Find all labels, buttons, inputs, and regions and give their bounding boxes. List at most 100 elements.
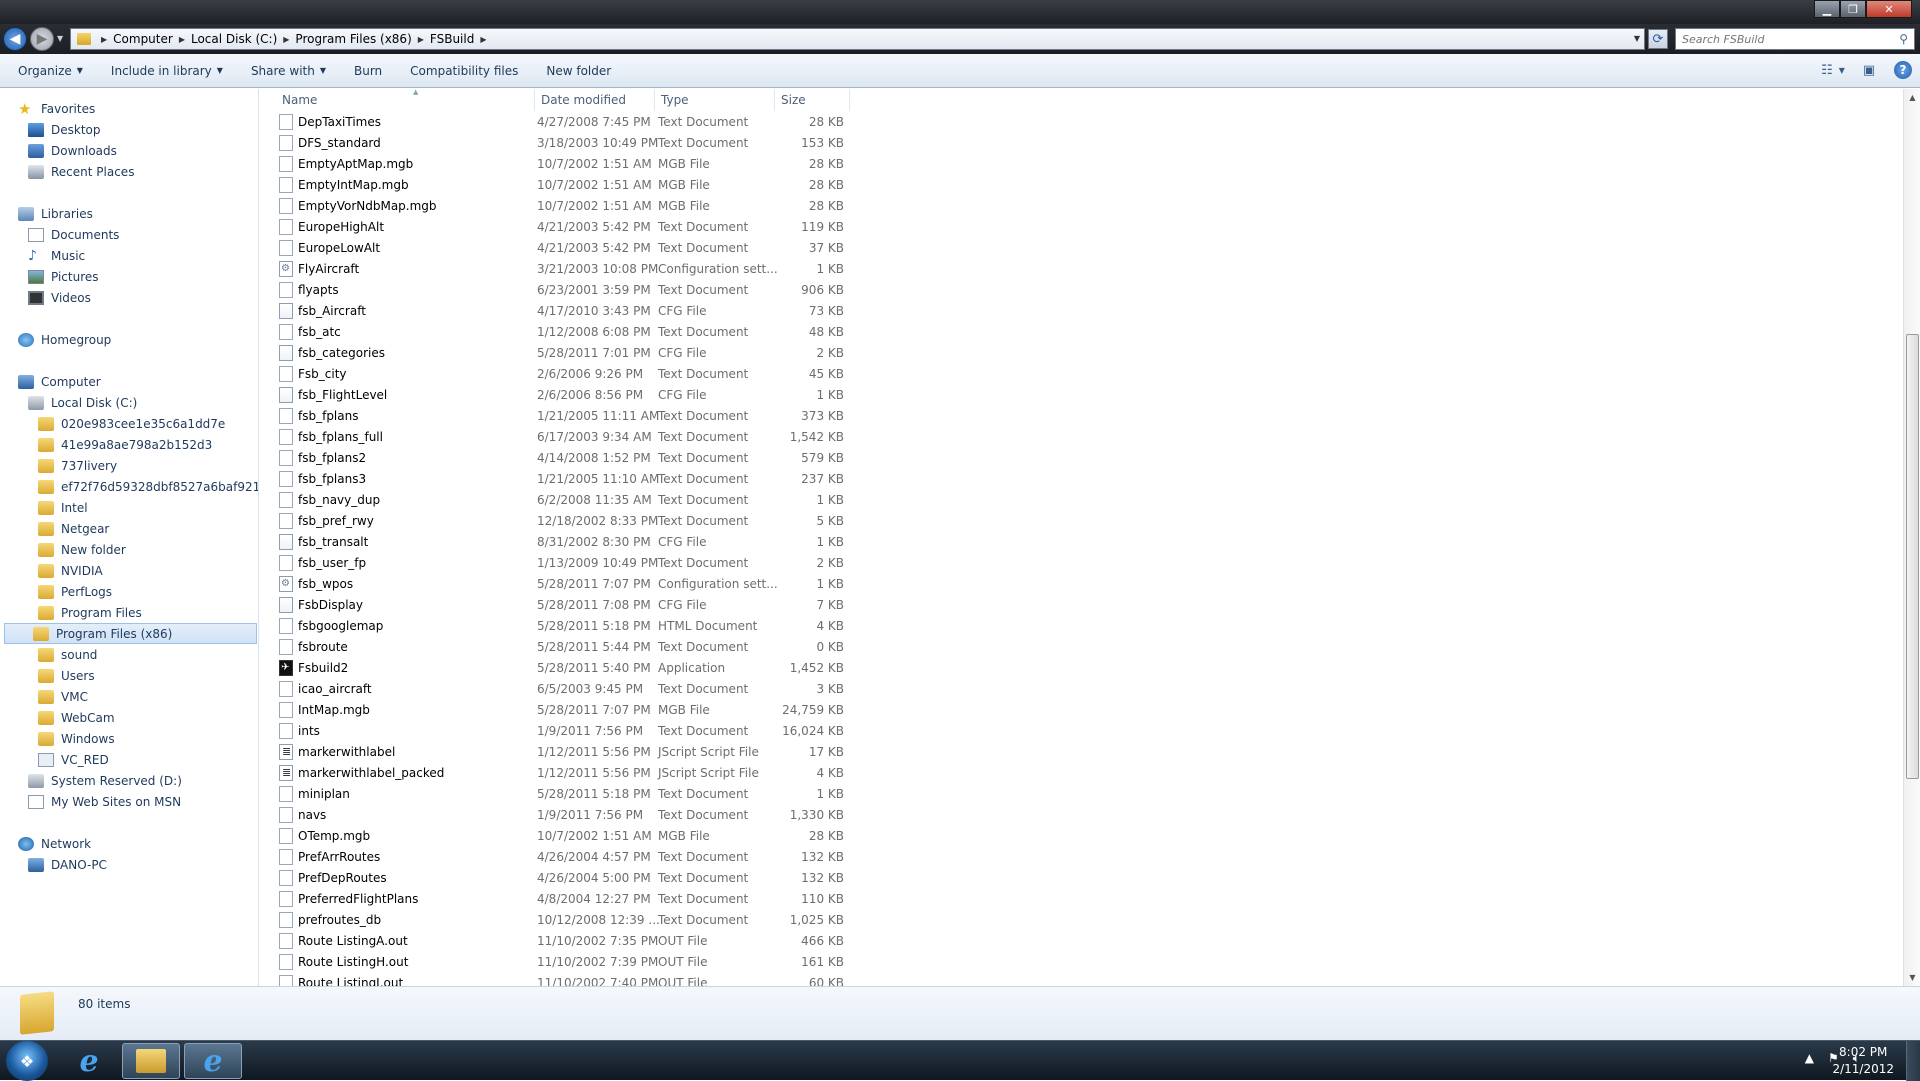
file-row[interactable]: fsb_atc 1/12/2008 6:08 PM Text Document 48 … [260,321,1900,342]
new-folder-button[interactable]: New folder [536,58,621,84]
file-row[interactable]: PrefDepRoutes 4/26/2004 5:00 PM Text Docum… [260,867,1900,888]
search-input[interactable] [1682,32,1882,46]
help-button[interactable]: ? [1894,61,1912,79]
file-row[interactable]: fsb_fplans_full 6/17/2003 9:34 AM Text Doc… [260,426,1900,447]
nav-my-web-sites[interactable]: My Web Sites on MSN [28,791,181,812]
nav-folder[interactable]: Users [38,665,95,686]
nav-folder[interactable]: Windows [38,728,115,749]
address-bar[interactable]: ▶ Computer ▶ Local Disk (C:) ▶ Program F… [70,28,1645,50]
file-row[interactable]: icao_aircraft 6/5/2003 9:45 PM Text Docume… [260,678,1900,699]
nav-desktop[interactable]: Desktop [28,119,101,140]
nav-dano-pc[interactable]: DANO-PC [28,854,107,875]
nav-folder[interactable]: Netgear [38,518,109,539]
file-row[interactable]: IntMap.mgb 5/28/2011 7:07 PM MGB File 24,75… [260,699,1900,720]
breadcrumb-computer[interactable]: Computer [113,32,173,46]
file-row[interactable]: fsb_fplans 1/21/2005 11:11 AM Text Documen… [260,405,1900,426]
show-desktop-button[interactable] [1906,1041,1920,1081]
compatibility-files-button[interactable]: Compatibility files [400,58,528,84]
search-box[interactable]: ⚲ [1675,28,1915,50]
file-row[interactable]: FlyAircraft 3/21/2003 10:08 PMConfigurati… [260,258,1900,279]
taskbar-internet-explorer-2[interactable]: e [184,1043,242,1079]
nav-recent-places[interactable]: Recent Places [28,161,134,182]
nav-folder[interactable]: NVIDIA [38,560,103,581]
clock[interactable]: 8:02 PM 2/11/2012 [1832,1044,1894,1078]
preview-pane-button[interactable]: ▣ [1858,60,1880,80]
file-row[interactable]: fsb_transalt 8/31/2002 8:30 PM CFG File 1 K… [260,531,1900,552]
scrollbar-thumb[interactable] [1906,334,1919,779]
file-row[interactable]: DepTaxiTimes 4/27/2008 7:45 PM Text Docume… [260,111,1900,132]
nav-folder[interactable]: New folder [38,539,126,560]
file-row[interactable]: fsb_pref_rwy 12/18/2002 8:33 PM Text Docum… [260,510,1900,531]
nav-folder[interactable]: ef72f76d59328dbf8527a6baf9217b05 [38,476,258,497]
file-row[interactable]: fsb_FlightLevel 2/6/2006 8:56 PM CFG File 1… [260,384,1900,405]
breadcrumb-program-files-x86[interactable]: Program Files (x86) [295,32,411,46]
share-with-button[interactable]: Share with ▼ [241,58,336,84]
nav-folder-selected[interactable]: Program Files (x86) [4,623,257,644]
file-row[interactable]: fsb_fplans2 4/14/2008 1:52 PM Text Documen… [260,447,1900,468]
nav-folder[interactable]: sound [38,644,97,665]
minimize-button[interactable]: ▁ [1814,0,1840,18]
nav-folder[interactable]: VC_RED [38,749,109,770]
breadcrumb-local-disk[interactable]: Local Disk (C:) [191,32,277,46]
column-header-name[interactable]: Name ▲ [276,89,535,111]
file-row[interactable]: fsb_wpos 5/28/2011 7:07 PM Configuration s… [260,573,1900,594]
file-row[interactable]: PreferredFlightPlans 4/8/2004 12:27 PM Tex… [260,888,1900,909]
file-row[interactable]: EmptyVorNdbMap.mgb 10/7/2002 1:51 AM MGB F… [260,195,1900,216]
breadcrumb-separator-icon[interactable]: ▶ [283,35,289,44]
change-view-button[interactable]: ☷ ▼ [1821,60,1845,80]
file-row[interactable]: Route ListingH.out 11/10/2002 7:39 PM OUT … [260,951,1900,972]
scroll-down-icon[interactable]: ▼ [1904,969,1920,986]
nav-system-reserved-d[interactable]: System Reserved (D:) [28,770,182,791]
address-dropdown-icon[interactable]: ▼ [1634,34,1640,43]
nav-videos[interactable]: Videos [28,287,91,308]
nav-documents[interactable]: Documents [28,224,119,245]
file-row[interactable]: fsb_user_fp 1/13/2009 10:49 PM Text Docume… [260,552,1900,573]
file-row[interactable]: Fsbuild2 5/28/2011 5:40 PM Application 1,45… [260,657,1900,678]
nav-folder[interactable]: VMC [38,686,88,707]
file-row[interactable]: markerwithlabel_packed 1/12/2011 5:56 PM J… [260,762,1900,783]
organize-button[interactable]: Organize ▼ [8,58,93,84]
file-row[interactable]: EmptyIntMap.mgb 10/7/2002 1:51 AM MGB File… [260,174,1900,195]
breadcrumb-separator-icon[interactable]: ▶ [480,35,486,44]
nav-computer[interactable]: Computer [18,371,101,392]
maximize-button[interactable]: ❐ [1840,0,1866,18]
nav-folder[interactable]: Program Files [38,602,142,623]
file-row[interactable]: fsb_navy_dup 6/2/2008 11:35 AM Text Docume… [260,489,1900,510]
file-row[interactable]: EuropeHighAlt 4/21/2003 5:42 PM Text Docum… [260,216,1900,237]
file-row[interactable]: fsb_Aircraft 4/17/2010 3:43 PM CFG File 73 … [260,300,1900,321]
column-header-date[interactable]: Date modified [535,89,655,111]
nav-music[interactable]: ♪ Music [28,245,85,266]
nav-folder[interactable]: Intel [38,497,88,518]
nav-favorites[interactable]: ★ Favorites [18,98,95,119]
file-row[interactable]: fsbgooglemap 5/28/2011 5:18 PM HTML Docume… [260,615,1900,636]
nav-folder[interactable]: 737livery [38,455,117,476]
file-row[interactable]: navs 1/9/2011 7:56 PM Text Document 1,330 K… [260,804,1900,825]
file-row[interactable]: FsbDisplay 5/28/2011 7:08 PM CFG File 7 KB [260,594,1900,615]
nav-pictures[interactable]: Pictures [28,266,99,287]
breadcrumb-separator-icon[interactable]: ▶ [101,35,107,44]
include-in-library-button[interactable]: Include in library ▼ [101,58,233,84]
file-row[interactable]: OTemp.mgb 10/7/2002 1:51 AM MGB File 28 KB [260,825,1900,846]
refresh-button[interactable]: ⟳ [1648,29,1668,49]
file-row[interactable]: fsb_categories 5/28/2011 7:01 PM CFG File 2… [260,342,1900,363]
show-hidden-icons-icon[interactable]: ▲ [1805,1051,1814,1066]
file-row[interactable]: Route ListingA.out 11/10/2002 7:35 PM OUT … [260,930,1900,951]
file-row[interactable]: miniplan 5/28/2011 5:18 PM Text Document 1 … [260,783,1900,804]
breadcrumb-fsbuild[interactable]: FSBuild [430,32,474,46]
column-header-size[interactable]: Size [775,89,850,111]
nav-network[interactable]: Network [18,833,91,854]
close-button[interactable]: ✕ [1866,0,1912,18]
nav-folder[interactable]: 41e99a8ae798a2b152d3 [38,434,212,455]
start-button[interactable]: ❖ [6,1041,48,1081]
taskbar-windows-explorer[interactable] [122,1043,180,1079]
nav-libraries[interactable]: Libraries [18,203,93,224]
file-row[interactable]: Fsb_city 2/6/2006 9:26 PM Text Document 45 … [260,363,1900,384]
file-row[interactable]: EmptyAptMap.mgb 10/7/2002 1:51 AM MGB File… [260,153,1900,174]
column-header-type[interactable]: Type [655,89,775,111]
nav-downloads[interactable]: Downloads [28,140,117,161]
back-button[interactable]: ◀ [3,27,27,51]
file-row[interactable]: flyapts 6/23/2001 3:59 PM Text Document 906… [260,279,1900,300]
breadcrumb-separator-icon[interactable]: ▶ [179,35,185,44]
file-row[interactable]: EuropeLowAlt 4/21/2003 5:42 PM Text Docume… [260,237,1900,258]
nav-folder[interactable]: PerfLogs [38,581,112,602]
